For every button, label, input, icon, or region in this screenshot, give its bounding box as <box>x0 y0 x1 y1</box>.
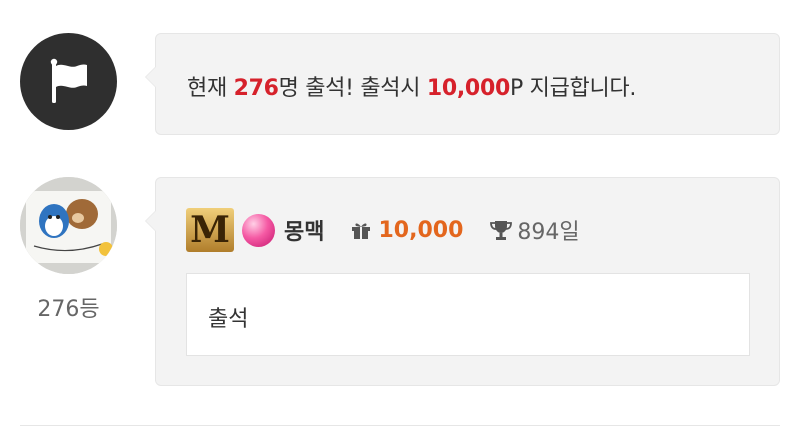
comment-text: 출석 <box>208 307 249 332</box>
attendance-days: 894일 <box>517 220 580 245</box>
attendance-count: 276 <box>233 76 279 101</box>
comment-box: 출석 <box>186 273 750 356</box>
attendance-notice: 현재 276명 출석! 출석시 10,000P 지급합니다. <box>145 33 780 135</box>
nickname[interactable]: 몽맥 <box>284 214 324 246</box>
notice-middle: 명 출석! 출석시 <box>278 76 427 101</box>
level-badge-icon: M <box>186 208 234 252</box>
flag-icon <box>20 33 117 130</box>
attendance-page: 현재 276명 출석! 출석시 10,000P 지급합니다. 276등 M 몽맥 <box>0 0 800 427</box>
user-info: M 몽맥 10,000 894일 <box>186 208 580 252</box>
rank-label: 276등 <box>37 297 100 322</box>
divider <box>20 425 780 426</box>
attendance-entry: M 몽맥 10,000 894일 출석 <box>145 177 780 386</box>
points-value: 10,000 <box>378 217 464 243</box>
gem-icon <box>242 213 275 247</box>
notice-text: 현재 276명 출석! 출석시 10,000P 지급합니다. <box>187 70 636 102</box>
notice-prefix: 현재 <box>187 76 234 101</box>
avatar[interactable] <box>20 177 117 274</box>
notice-suffix: P 지급합니다. <box>509 76 637 101</box>
reward-amount: 10,000 <box>426 76 510 101</box>
gift-icon <box>350 219 372 241</box>
trophy-icon <box>489 218 513 242</box>
